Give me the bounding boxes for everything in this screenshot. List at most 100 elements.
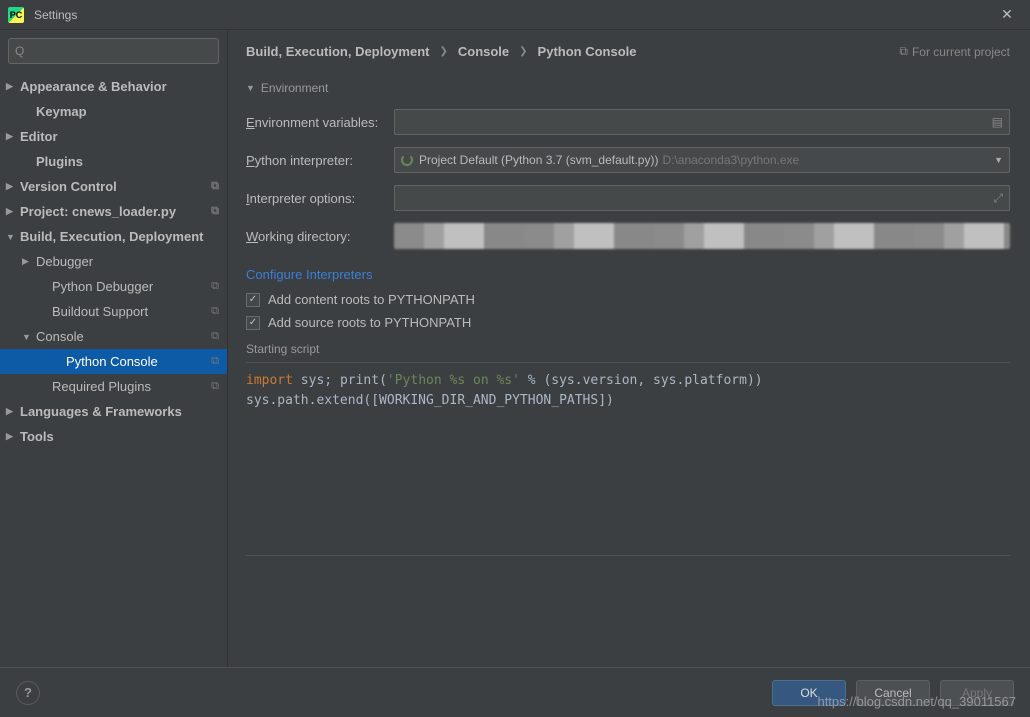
- tree-item-label: Python Debugger: [52, 279, 153, 294]
- tree-item-project-cnews-loader-py[interactable]: ▶ Project: cnews_loader.py ⧉: [0, 199, 227, 224]
- label-interpreter: Python interpreter:: [246, 153, 394, 168]
- help-button[interactable]: ?: [16, 681, 40, 705]
- tree-arrow-icon: ▼: [22, 332, 31, 342]
- breadcrumb: Build, Execution, Deployment ❯ Console ❯…: [246, 44, 1010, 59]
- label-options: Interpreter options:: [246, 191, 394, 206]
- copy-icon: ⧉: [211, 305, 219, 318]
- settings-tree: ▶ Appearance & Behavior Keymap ▶ Editor Plugi…: [0, 72, 227, 667]
- list-icon[interactable]: ▤: [992, 115, 1003, 129]
- divider: [246, 555, 1010, 556]
- options-field[interactable]: ⤢: [394, 185, 1010, 211]
- label-env-vars: Environment variables:: [246, 115, 394, 130]
- tree-arrow-icon: ▶: [6, 181, 13, 192]
- tree-item-label: Tools: [20, 429, 54, 444]
- tree-item-appearance-behavior[interactable]: ▶ Appearance & Behavior: [0, 74, 227, 99]
- interpreter-dropdown[interactable]: Project Default (Python 3.7 (svm_default…: [394, 147, 1010, 173]
- tree-item-label: Build, Execution, Deployment: [20, 229, 203, 244]
- chevron-right-icon: ❯: [439, 46, 447, 57]
- tree-item-label: Console: [36, 329, 84, 344]
- window-title: Settings: [34, 8, 992, 22]
- tree-item-label: Keymap: [36, 104, 87, 119]
- breadcrumb-part: Python Console: [538, 44, 637, 59]
- copy-icon: ⧉: [211, 355, 219, 368]
- copy-icon: ⧉: [211, 280, 219, 293]
- starting-script-editor[interactable]: import sys; print('Python %s on %s' % (s…: [246, 371, 1010, 551]
- search-input[interactable]: [28, 44, 212, 58]
- tree-item-plugins[interactable]: Plugins: [0, 149, 227, 174]
- tree-arrow-icon: ▶: [6, 406, 13, 417]
- tree-item-editor[interactable]: ▶ Editor: [0, 124, 227, 149]
- tree-item-label: Project: cnews_loader.py: [20, 204, 176, 219]
- search-box[interactable]: Q: [8, 38, 219, 64]
- copy-icon: ⧉: [899, 44, 908, 59]
- breadcrumb-part[interactable]: Console: [458, 44, 509, 59]
- checkbox-source-roots[interactable]: ✓ Add source roots to PYTHONPATH: [246, 315, 1010, 330]
- content-pane: Build, Execution, Deployment ❯ Console ❯…: [228, 30, 1030, 667]
- footer: ? OK Cancel Apply: [0, 667, 1030, 717]
- row-workdir: Working directory:: [246, 223, 1010, 249]
- section-environment[interactable]: ▼ Environment: [246, 81, 1010, 95]
- pycharm-icon: PC: [8, 7, 24, 23]
- tree-item-label: Version Control: [20, 179, 117, 194]
- tree-arrow-icon: ▶: [6, 206, 13, 217]
- tree-item-required-plugins[interactable]: Required Plugins⧉: [0, 374, 227, 399]
- breadcrumb-part[interactable]: Build, Execution, Deployment: [246, 44, 429, 59]
- tree-arrow-icon: ▶: [22, 256, 29, 267]
- env-vars-field[interactable]: ▤: [394, 109, 1010, 135]
- collapse-arrow-icon: ▼: [246, 83, 255, 93]
- copy-icon: ⧉: [211, 205, 219, 218]
- label-workdir: Working directory:: [246, 229, 394, 244]
- code-line: import sys; print('Python %s on %s' % (s…: [246, 371, 1010, 391]
- options-input[interactable]: [401, 191, 987, 205]
- search-icon: Q: [15, 44, 24, 58]
- tree-arrow-icon: ▶: [6, 81, 13, 92]
- loading-spinner-icon: [401, 154, 413, 166]
- tree-item-label: Buildout Support: [52, 304, 148, 319]
- tree-item-build-execution-deployment[interactable]: ▼ Build, Execution, Deployment: [0, 224, 227, 249]
- tree-item-label: Editor: [20, 129, 58, 144]
- tree-item-python-debugger[interactable]: Python Debugger ⧉: [0, 274, 227, 299]
- configure-interpreters-link[interactable]: Configure Interpreters: [246, 267, 372, 282]
- checkbox-content-roots[interactable]: ✓ Add content roots to PYTHONPATH: [246, 292, 1010, 307]
- tree-item-label: Languages & Frameworks: [20, 404, 182, 419]
- starting-script-heading: Starting script: [246, 342, 1010, 356]
- apply-button[interactable]: Apply: [940, 680, 1014, 706]
- close-icon[interactable]: ✕: [992, 6, 1022, 23]
- tree-item-label: Required Plugins: [52, 379, 151, 394]
- title-bar: PC Settings ✕: [0, 0, 1030, 30]
- interpreter-path: D:\anaconda3\python.exe: [662, 153, 799, 167]
- cancel-button[interactable]: Cancel: [856, 680, 930, 706]
- checkbox-icon: ✓: [246, 316, 260, 330]
- tree-item-languages-frameworks[interactable]: ▶ Languages & Frameworks: [0, 399, 227, 424]
- env-vars-input[interactable]: [401, 115, 986, 129]
- chevron-right-icon: ❯: [519, 46, 527, 57]
- tree-item-tools[interactable]: ▶ Tools: [0, 424, 227, 449]
- tree-item-label: Plugins: [36, 154, 83, 169]
- tree-item-keymap[interactable]: Keymap: [0, 99, 227, 124]
- row-interpreter: Python interpreter: Project Default (Pyt…: [246, 147, 1010, 173]
- tree-arrow-icon: ▶: [6, 431, 13, 442]
- expand-icon[interactable]: ⤢: [993, 191, 1003, 206]
- interpreter-value: Project Default (Python 3.7 (svm_default…: [419, 153, 658, 167]
- tree-item-label: Debugger: [36, 254, 93, 269]
- code-line: sys.path.extend([WORKING_DIR_AND_PYTHON_…: [246, 391, 1010, 411]
- checkbox-icon: ✓: [246, 293, 260, 307]
- tree-item-buildout-support[interactable]: Buildout Support ⧉: [0, 299, 227, 324]
- row-options: Interpreter options: ⤢: [246, 185, 1010, 211]
- checkbox-label: Add source roots to PYTHONPATH: [268, 315, 471, 330]
- tree-item-console[interactable]: ▼ Console ⧉: [0, 324, 227, 349]
- row-env-vars: Environment variables: ▤: [246, 109, 1010, 135]
- tree-item-python-console[interactable]: Python Console ⧉: [0, 349, 227, 374]
- scope-note: ⧉ For current project: [899, 44, 1010, 59]
- chevron-down-icon: ▼: [994, 155, 1003, 165]
- tree-arrow-icon: ▼: [6, 232, 15, 242]
- tree-arrow-icon: ▶: [6, 131, 13, 142]
- divider: [246, 362, 1010, 363]
- copy-icon: ⧉: [211, 330, 219, 343]
- tree-item-debugger[interactable]: ▶ Debugger: [0, 249, 227, 274]
- workdir-field[interactable]: [394, 223, 1010, 249]
- tree-item-version-control[interactable]: ▶Version Control⧉: [0, 174, 227, 199]
- tree-item-label: Python Console: [66, 354, 158, 369]
- tree-item-label: Appearance & Behavior: [20, 79, 167, 94]
- ok-button[interactable]: OK: [772, 680, 846, 706]
